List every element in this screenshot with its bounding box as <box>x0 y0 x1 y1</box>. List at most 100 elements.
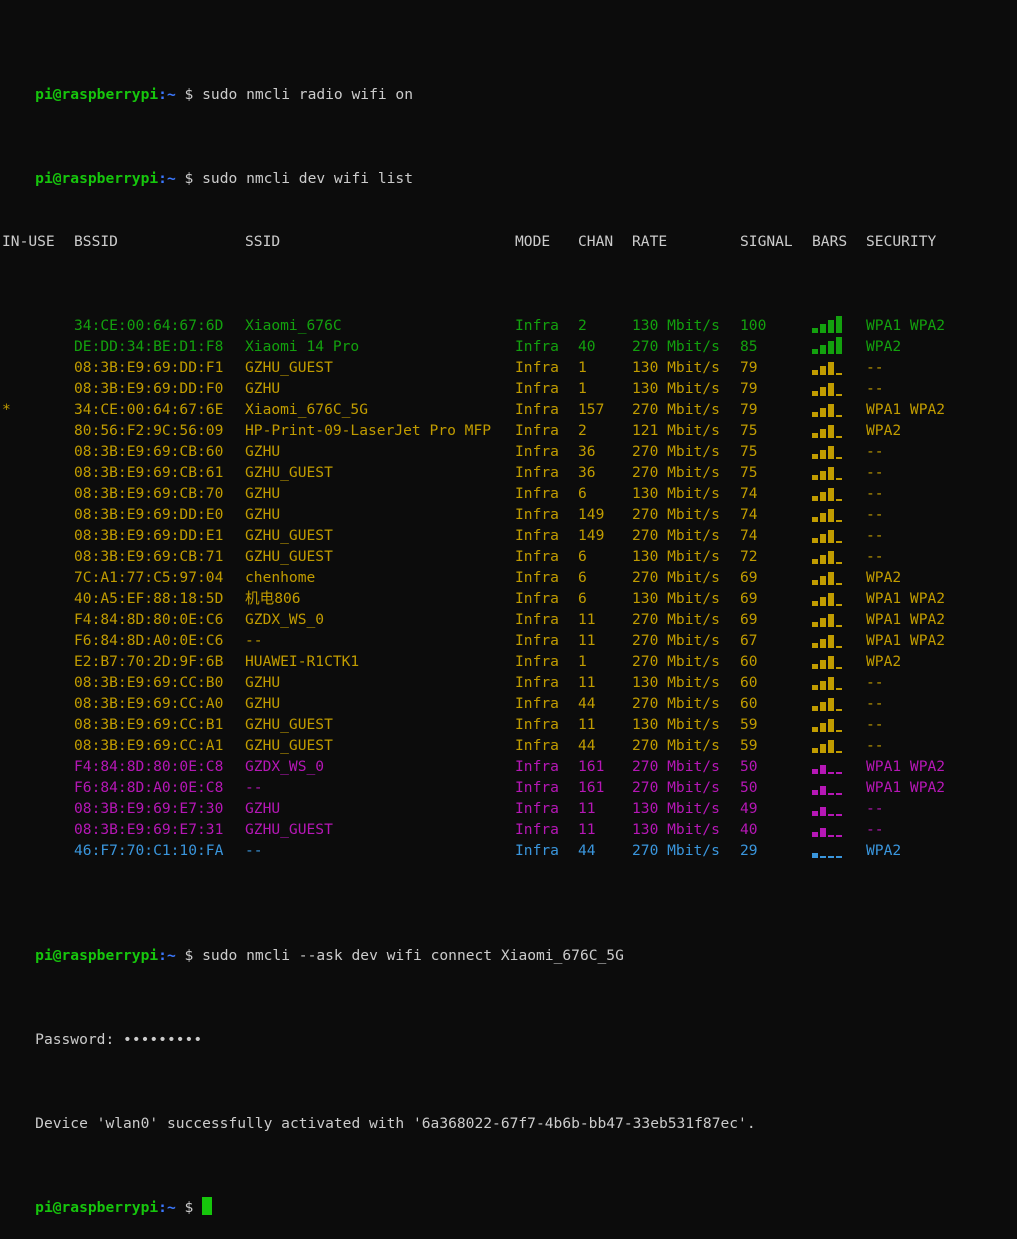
terminal-window[interactable]: pi@raspberrypi:~ $ sudo nmcli radio wifi… <box>0 0 1017 1216</box>
cell-rate: 130 Mbit/s <box>632 716 720 733</box>
signal-bar <box>828 446 834 459</box>
signal-bar <box>820 471 826 480</box>
signal-bar <box>836 814 842 816</box>
password-line: Password: ••••••••• <box>0 1008 1017 1048</box>
cell-rate: 270 Mbit/s <box>632 842 720 859</box>
cell-rate: 270 Mbit/s <box>632 737 720 754</box>
cell-signal: 85 <box>740 338 758 355</box>
cell-bssid: 46:F7:70:C1:10:FA <box>74 842 224 859</box>
header-inuse: IN-USE <box>2 233 55 250</box>
signal-bar <box>812 706 818 711</box>
cell-security: WPA2 <box>866 338 902 355</box>
signal-bar <box>836 316 842 333</box>
signal-bar <box>828 320 834 333</box>
prompt-line-active[interactable]: pi@raspberrypi:~ $ <box>0 1176 1017 1216</box>
prompt-dollar: $ <box>184 86 194 103</box>
wifi-table-row: 08:3B:E9:69:CB:70 GZHU Infra 6 130 Mbit/s 74 -… <box>0 483 1017 504</box>
cell-bssid: 7C:A1:77:C5:97:04 <box>74 569 224 586</box>
cell-ssid: Xiaomi 14 Pro <box>245 338 360 355</box>
activation-message: Device 'wlan0' successfully activated wi… <box>0 1092 1017 1132</box>
cell-security: -- <box>866 548 884 565</box>
cell-ssid: Xiaomi_676C_5G <box>245 401 369 418</box>
signal-bar <box>836 751 842 753</box>
signal-bar <box>820 408 826 417</box>
prompt-path: :~ <box>158 1199 176 1216</box>
wifi-table-row: * 34:CE:00:64:67:6E Xiaomi_676C_5G Infra 157… <box>0 399 1017 420</box>
cell-chan: 2 <box>578 317 587 334</box>
signal-bar <box>812 433 818 438</box>
signal-bar <box>812 601 818 606</box>
cell-rate: 130 Mbit/s <box>632 590 720 607</box>
signal-bar <box>820 828 826 837</box>
cell-mode: Infra <box>515 380 559 397</box>
signal-bar <box>812 622 818 627</box>
signal-bar <box>836 499 842 501</box>
cell-chan: 6 <box>578 569 587 586</box>
signal-bar <box>812 643 818 648</box>
cell-mode: Infra <box>515 590 559 607</box>
signal-bar <box>812 580 818 585</box>
cell-ssid: GZDX_WS_0 <box>245 758 325 775</box>
wifi-table-row: 08:3B:E9:69:CC:A0 GZHU Infra 44 270 Mbit/s 60… <box>0 693 1017 714</box>
cell-rate: 270 Mbit/s <box>632 632 720 649</box>
cell-security: WPA2 <box>866 842 902 859</box>
cell-mode: Infra <box>515 737 559 754</box>
cell-chan: 44 <box>578 842 596 859</box>
signal-bar <box>836 667 842 669</box>
signal-bar <box>820 450 826 459</box>
cell-security: WPA1 WPA2 <box>866 758 946 775</box>
cell-security: WPA1 WPA2 <box>866 401 946 418</box>
signal-bar <box>828 656 834 669</box>
cell-bssid: 08:3B:E9:69:DD:E1 <box>74 527 224 544</box>
cell-bssid: 08:3B:E9:69:CB:61 <box>74 464 224 481</box>
signal-bar <box>812 832 818 837</box>
cell-signal: 40 <box>740 821 758 838</box>
command-text: sudo nmcli dev wifi list <box>202 170 414 187</box>
cell-ssid: HP-Print-09-LaserJet Pro MFP <box>245 422 492 439</box>
signal-bar <box>812 811 818 816</box>
prompt-user-host: pi@raspberrypi <box>35 86 159 103</box>
wifi-table-row: 08:3B:E9:69:E7:31 GZHU_GUEST Infra 11 130 Mb… <box>0 819 1017 840</box>
signal-bar <box>828 509 834 522</box>
wifi-table-row: F4:84:8D:80:0E:C8 GZDX_WS_0 Infra 161 270 Mb… <box>0 756 1017 777</box>
password-mask: ••••••••• <box>123 1031 203 1048</box>
cell-chan: 1 <box>578 653 587 670</box>
prompt-path: :~ <box>158 947 176 964</box>
terminal-cursor[interactable] <box>202 1197 213 1215</box>
signal-bar <box>836 541 842 543</box>
cell-chan: 2 <box>578 422 587 439</box>
signal-bar <box>812 790 818 795</box>
signal-bar <box>812 496 818 501</box>
cell-rate: 130 Mbit/s <box>632 485 720 502</box>
cell-ssid: GZHU_GUEST <box>245 359 333 376</box>
cell-mode: Infra <box>515 527 559 544</box>
signal-bar <box>836 583 842 585</box>
cell-security: -- <box>866 695 884 712</box>
cell-chan: 36 <box>578 464 596 481</box>
signal-bar <box>812 559 818 564</box>
signal-bars-icon <box>812 840 842 864</box>
cell-security: WPA2 <box>866 422 902 439</box>
cell-mode: Infra <box>515 758 559 775</box>
cell-rate: 270 Mbit/s <box>632 695 720 712</box>
cell-ssid: 机电806 <box>245 590 301 607</box>
cell-bssid: 08:3B:E9:69:DD:F1 <box>74 359 224 376</box>
wifi-table-row: 08:3B:E9:69:DD:E1 GZHU_GUEST Infra 149 270 M… <box>0 525 1017 546</box>
signal-bar <box>812 349 818 354</box>
password-label: Password: <box>35 1031 124 1048</box>
signal-bar <box>820 387 826 396</box>
cell-bssid: E2:B7:70:2D:9F:6B <box>74 653 224 670</box>
cell-signal: 74 <box>740 485 758 502</box>
signal-bar <box>812 328 818 333</box>
cell-bssid: 08:3B:E9:69:DD:F0 <box>74 380 224 397</box>
cell-mode: Infra <box>515 800 559 817</box>
signal-bar <box>812 538 818 543</box>
cell-ssid: chenhome <box>245 569 316 586</box>
cell-ssid: GZHU <box>245 695 281 712</box>
wifi-table-row: 08:3B:E9:69:CC:B1 GZHU_GUEST Infra 11 130 Mb… <box>0 714 1017 735</box>
signal-bar <box>812 475 818 480</box>
cell-ssid: GZHU <box>245 674 281 691</box>
prompt-dollar: $ <box>184 947 194 964</box>
cell-ssid: -- <box>245 632 263 649</box>
cell-ssid: GZHU <box>245 800 281 817</box>
